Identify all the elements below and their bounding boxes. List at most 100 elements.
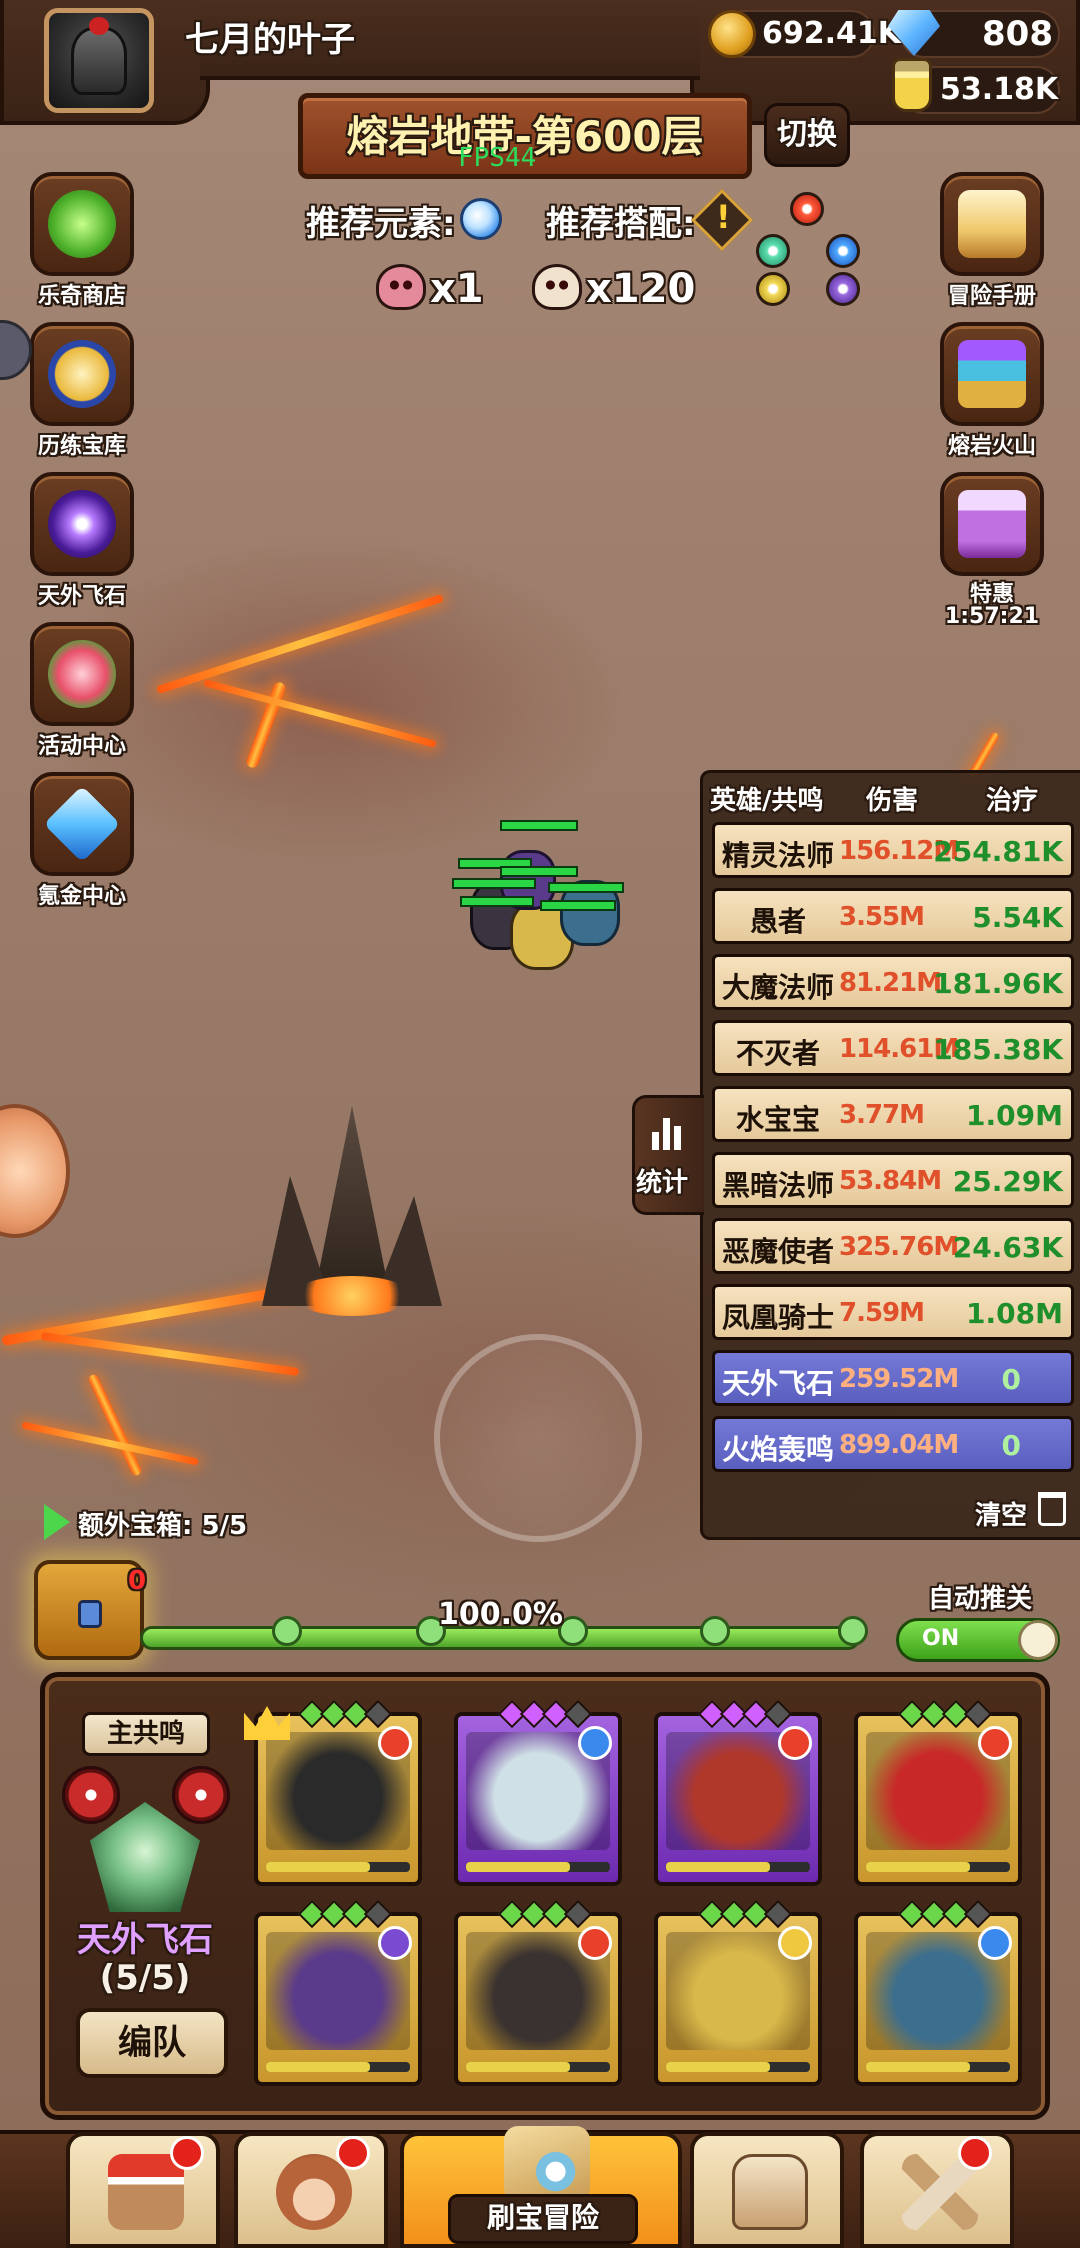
event-center-button[interactable] xyxy=(30,622,134,726)
potion-value: 53.18K xyxy=(940,72,1059,107)
hero-card[interactable] xyxy=(854,1699,1022,1886)
extra-chest-label: 额外宝箱: 5/5 xyxy=(78,1511,248,1541)
hero-card[interactable] xyxy=(454,1699,622,1886)
hero-star-rating xyxy=(497,1899,593,1929)
hero-energy-bar xyxy=(866,2062,1010,2072)
hero-card[interactable] xyxy=(454,1899,622,2086)
trash-icon[interactable] xyxy=(1038,1492,1066,1526)
stats-row: 不灭者 114.61M 185.38K xyxy=(712,1020,1074,1076)
key-milestone-icon xyxy=(838,1616,868,1646)
chest-lock xyxy=(78,1600,102,1628)
hero-energy-bar xyxy=(666,1862,810,1872)
nav-adventure-label: 刷宝冒险 xyxy=(448,2194,638,2244)
resonance-count: (5/5) xyxy=(99,1958,191,1998)
adventure-manual-label: 冒险手册 xyxy=(947,284,1036,309)
stats-row-heal: 0 xyxy=(1001,1363,1021,1396)
player-name: 七月的叶子 xyxy=(185,20,355,60)
virtual-joystick[interactable] xyxy=(434,1334,642,1542)
hero-hp-bar xyxy=(500,820,578,831)
formation-button[interactable]: 编队 xyxy=(76,2008,228,2078)
hero-hp-bar xyxy=(540,900,616,911)
star-gem-icon xyxy=(563,1699,593,1729)
hero-star-rating xyxy=(297,1899,393,1929)
stats-row-heal: 24.63K xyxy=(952,1231,1063,1264)
stats-row-damage: 3.55M xyxy=(839,902,925,932)
light-element-icon xyxy=(778,1926,812,1960)
stats-row-heal: 254.81K xyxy=(933,835,1063,868)
wind-element-icon xyxy=(756,234,790,268)
water-element-icon xyxy=(826,234,860,268)
notification-dot xyxy=(336,2136,370,2170)
hero-energy-bar xyxy=(466,1862,610,1872)
stats-row-damage: 899.04M xyxy=(839,1430,959,1460)
stats-row-name: 火焰轰鸣 xyxy=(721,1433,834,1466)
clear-stats-button[interactable]: 清空 xyxy=(975,1495,1027,1532)
stats-row-heal: 0 xyxy=(1001,1429,1021,1462)
helmet-plume xyxy=(89,17,109,35)
bar-chart-icon xyxy=(674,1126,681,1150)
meteor-stone-button[interactable] xyxy=(30,472,134,576)
topup-center-label: 氪金中心 xyxy=(37,884,126,909)
gold-value: 692.41K xyxy=(762,16,902,51)
dark-element-icon xyxy=(378,1926,412,1960)
switch-stage-button[interactable]: 切换 xyxy=(764,103,850,167)
fire-element-icon xyxy=(790,192,824,226)
stats-row-heal: 5.54K xyxy=(972,901,1063,934)
special-offer-timer: 1:57:21 xyxy=(944,604,1040,629)
resonance-burst-icon[interactable] xyxy=(172,1766,230,1824)
stats-row-heal: 1.09M xyxy=(966,1099,1063,1132)
warning-exclamation: ! xyxy=(716,198,731,236)
player-avatar[interactable] xyxy=(44,8,154,113)
stats-row-damage: 53.84M xyxy=(839,1166,942,1196)
hero-card[interactable] xyxy=(854,1899,1022,2086)
nav-inventory[interactable] xyxy=(690,2132,844,2248)
hero-hp-bar xyxy=(500,866,578,877)
hero-hp-bar xyxy=(452,878,536,889)
treasure-chest-icon xyxy=(958,340,1026,408)
hero-star-rating xyxy=(297,1699,393,1729)
resonance-sigil-icon[interactable] xyxy=(62,1766,120,1824)
fire-element-icon xyxy=(778,1726,812,1760)
stats-row: 黑暗法师 53.84M 25.29K xyxy=(712,1152,1074,1208)
stats-row-damage: 81.21M xyxy=(839,968,942,998)
trial-vault-button[interactable] xyxy=(30,322,134,426)
fire-element-icon xyxy=(978,1726,1012,1760)
adventure-manual-button[interactable] xyxy=(940,172,1044,276)
treasure-map-icon xyxy=(504,2126,590,2202)
hero-star-rating xyxy=(497,1699,593,1729)
hero-card[interactable] xyxy=(654,1699,822,1886)
lucky-shop-button[interactable] xyxy=(30,172,134,276)
floating-orb-button[interactable] xyxy=(0,1104,70,1238)
gift-box-icon xyxy=(958,490,1026,558)
topup-center-button[interactable] xyxy=(30,772,134,876)
play-icon xyxy=(44,1504,70,1540)
stats-row-name: 大魔法师 xyxy=(721,971,834,1004)
hero-card[interactable] xyxy=(254,1899,422,2086)
enemy-count: x120 xyxy=(586,266,696,312)
hero-card[interactable] xyxy=(654,1899,822,2086)
auto-advance-state: ON xyxy=(922,1626,960,1651)
fire-element-icon xyxy=(578,1926,612,1960)
stats-row-name: 不灭者 xyxy=(735,1037,820,1070)
stats-row-damage: 259.52M xyxy=(839,1364,959,1394)
special-offer-button[interactable] xyxy=(940,472,1044,576)
stats-row: 火焰轰鸣 899.04M 0 xyxy=(712,1416,1074,1472)
water-element-icon xyxy=(578,1726,612,1760)
stats-row: 恶魔使者 325.76M 24.63K xyxy=(712,1218,1074,1274)
stats-row-heal: 185.38K xyxy=(933,1033,1063,1066)
collapsed-side-tab[interactable] xyxy=(0,320,32,380)
lava-volcano-button[interactable] xyxy=(940,322,1044,426)
hero-hp-bar xyxy=(548,882,624,893)
star-gem-icon xyxy=(763,1899,793,1929)
star-gem-icon xyxy=(363,1699,393,1729)
lucky-shop-label: 乐奇商店 xyxy=(37,284,126,309)
shop-stall-icon xyxy=(108,2154,184,2230)
boss-skull-icon xyxy=(376,264,426,310)
chest-badge-count: 0 xyxy=(128,1566,147,1596)
stats-row-name: 恶魔使者 xyxy=(721,1235,834,1268)
stats-row-name: 凤凰骑士 xyxy=(721,1301,834,1334)
key-milestone-icon xyxy=(272,1616,302,1646)
star-gem-icon xyxy=(963,1699,993,1729)
stats-row-name: 愚者 xyxy=(749,905,806,938)
stats-row: 愚者 3.55M 5.54K xyxy=(712,888,1074,944)
